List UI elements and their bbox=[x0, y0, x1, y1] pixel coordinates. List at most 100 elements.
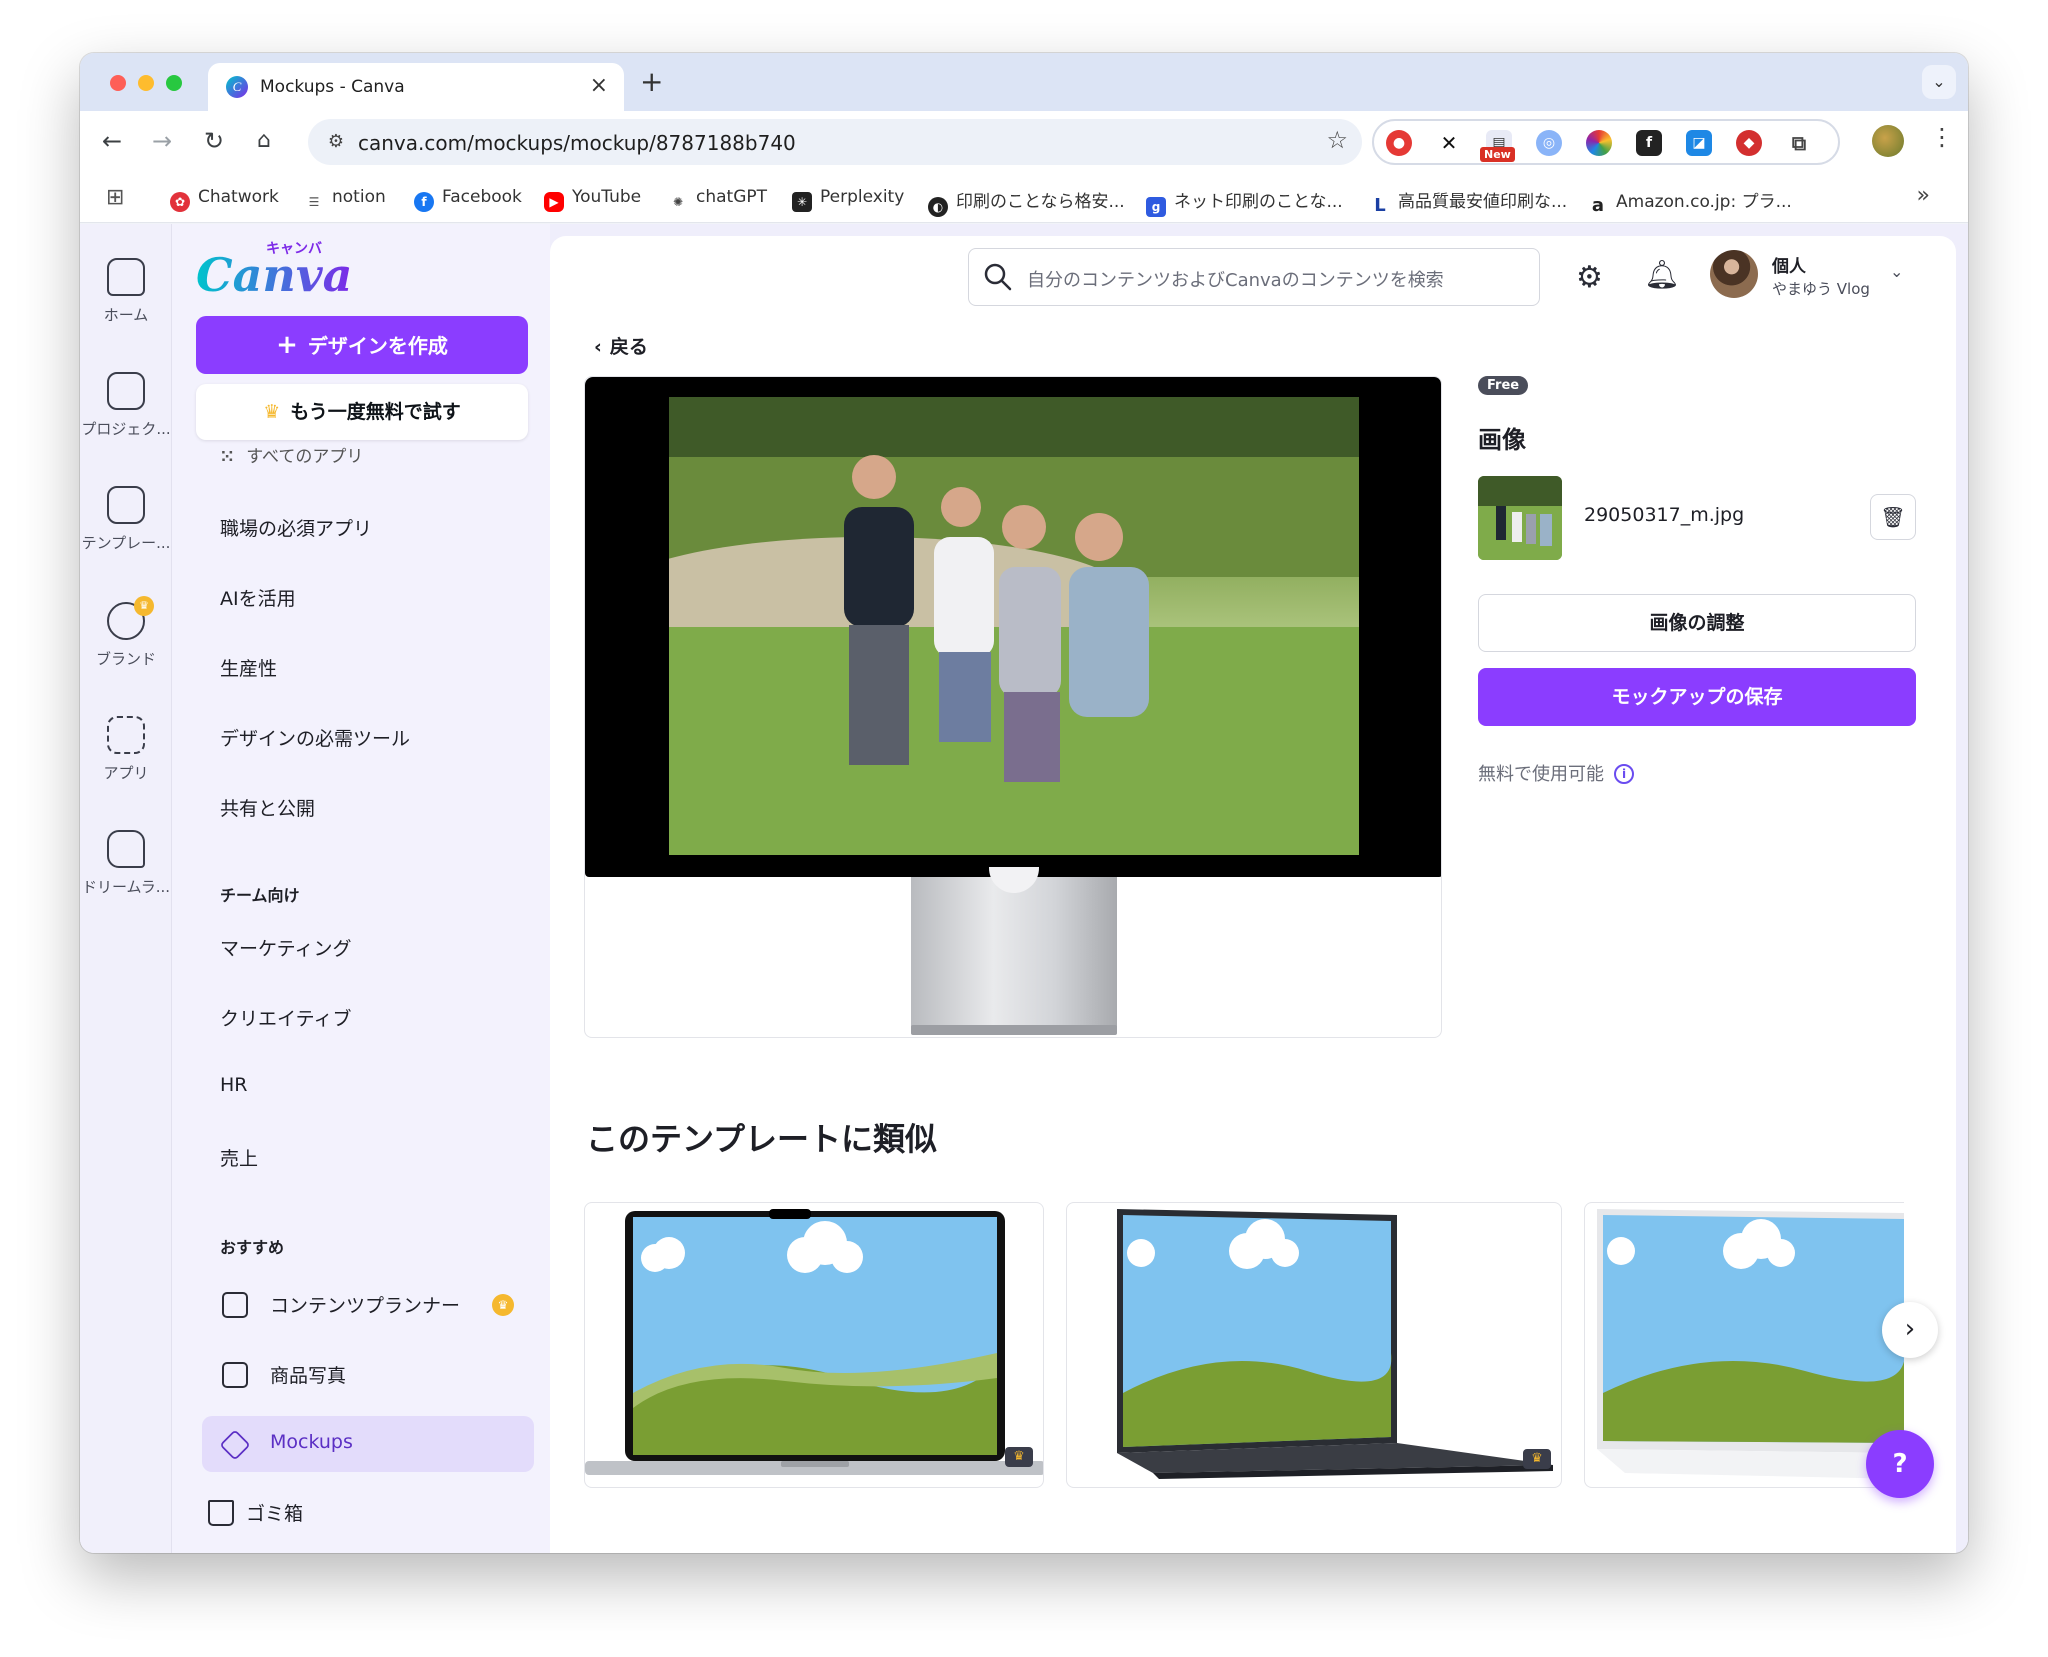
bookmark-notion[interactable]: ☰ notion bbox=[304, 187, 386, 212]
capture-extension-icon[interactable]: ◪ bbox=[1686, 130, 1712, 156]
address-bar[interactable]: ⚙ canva.com/mockups/mockup/8787188b740 ☆ bbox=[308, 119, 1362, 165]
create-design-button[interactable]: + デザインを作成 bbox=[196, 316, 528, 374]
youtube-icon: ▶ bbox=[544, 192, 564, 212]
sidebar-item-marketing[interactable]: マーケティング bbox=[220, 934, 351, 961]
carousel-next-button[interactable]: › bbox=[1882, 1302, 1938, 1358]
zoom-window-button[interactable] bbox=[166, 75, 182, 91]
apps-grid-icon[interactable]: ⊞ bbox=[106, 185, 124, 210]
sidebar-item-creative[interactable]: クリエイティブ bbox=[220, 1004, 351, 1031]
chevron-down-icon[interactable]: ⌄ bbox=[1890, 262, 1903, 281]
bookmark-high-quality-print[interactable]: L 高品質最安値印刷な... bbox=[1370, 187, 1567, 216]
puzzle-extensions-icon[interactable]: ⧉ bbox=[1786, 130, 1812, 156]
sidebar-item-label: 商品写真 bbox=[270, 1365, 347, 1387]
bookmark-print[interactable]: ◐ 印刷のことなら格安... bbox=[928, 187, 1125, 217]
left-rail: ホーム プロジェク... テンプレー... ♛ ブランド アプリ ドリームラ..… bbox=[80, 224, 172, 1553]
chevron-left-icon: ‹ bbox=[594, 336, 602, 358]
template-card-laptop-front[interactable]: ♛ bbox=[584, 1202, 1044, 1488]
account-name[interactable]: 個人 bbox=[1772, 252, 1806, 277]
rail-item-home[interactable]: ホーム bbox=[80, 258, 172, 325]
sidebar-item-share-publish[interactable]: 共有と公開 bbox=[220, 794, 315, 821]
color-wheel-extension-icon[interactable] bbox=[1586, 130, 1612, 156]
close-window-button[interactable] bbox=[110, 75, 126, 91]
bookmark-chatgpt[interactable]: ✺ chatGPT bbox=[668, 187, 767, 212]
sidebar-item-hr[interactable]: HR bbox=[220, 1074, 248, 1096]
trash-icon: 🗑︎ bbox=[1880, 505, 1906, 529]
calendar-icon bbox=[222, 1292, 248, 1318]
settings-gear-icon[interactable]: ⚙ bbox=[1576, 260, 1603, 295]
x-extension-icon[interactable]: ✕ bbox=[1436, 130, 1462, 156]
profile-avatar[interactable] bbox=[1872, 125, 1904, 157]
bookmark-youtube[interactable]: ▶ YouTube bbox=[544, 187, 641, 212]
tab-mockups[interactable]: C Mockups - Canva × bbox=[208, 63, 624, 111]
forward-arrow-icon[interactable]: → bbox=[144, 123, 180, 159]
trash-icon bbox=[208, 1500, 234, 1526]
account-team[interactable]: やまゆう Vlog bbox=[1772, 278, 1870, 299]
url-text[interactable]: canva.com/mockups/mockup/8787188b740 bbox=[358, 131, 796, 155]
laptop-mockup-image bbox=[585, 1209, 1043, 1475]
image-thumbnail[interactable] bbox=[1478, 476, 1562, 560]
home-icon[interactable]: ⌂ bbox=[246, 123, 282, 159]
info-icon[interactable]: i bbox=[1614, 764, 1634, 784]
bookmark-star-icon[interactable]: ☆ bbox=[1326, 126, 1348, 154]
sidebar-item-design-tools[interactable]: デザインの必需ツール bbox=[220, 724, 410, 751]
bookmark-net-print[interactable]: g ネット印刷のことな... bbox=[1146, 187, 1343, 217]
search-bar[interactable]: 自分のコンテンツおよびCanvaのコンテンツを検索 bbox=[968, 248, 1540, 306]
bookmark-chatwork[interactable]: ✿ Chatwork bbox=[170, 187, 279, 212]
sidebar-item-all-apps[interactable]: ⁙ すべてのアプリ bbox=[220, 442, 363, 467]
tab-search-button[interactable]: ⌄ bbox=[1922, 65, 1956, 99]
template-card-laptop-white[interactable] bbox=[1584, 1202, 1904, 1488]
perplexity-icon: ✳ bbox=[792, 192, 812, 212]
monitor-stand bbox=[911, 877, 1117, 1027]
print-icon: ◐ bbox=[928, 197, 948, 217]
reload-icon[interactable]: ↻ bbox=[196, 123, 232, 159]
account-avatar[interactable] bbox=[1710, 250, 1758, 298]
main-content: 自分のコンテンツおよびCanvaのコンテンツを検索 ⚙ 🔔︎ 個人 やまゆう V… bbox=[550, 236, 1956, 1553]
sidebar-item-content-planner[interactable]: コンテンツプランナー ♛ bbox=[202, 1276, 534, 1332]
laptop-white-mockup-image bbox=[1597, 1209, 1904, 1479]
delete-image-button[interactable]: 🗑︎ bbox=[1870, 494, 1916, 540]
thumbnail-image bbox=[1478, 476, 1562, 560]
rail-item-projects[interactable]: プロジェク... bbox=[80, 372, 172, 439]
help-button[interactable]: ? bbox=[1866, 1430, 1934, 1498]
template-card-laptop-angled[interactable]: ♛ bbox=[1066, 1202, 1562, 1488]
bookmark-amazon[interactable]: a Amazon.co.jp: プラ... bbox=[1588, 187, 1792, 216]
free-to-use-note: 無料で使用可能 i bbox=[1478, 760, 1634, 786]
rail-item-brand[interactable]: ♛ ブランド bbox=[80, 596, 172, 669]
rail-item-templates[interactable]: テンプレー... bbox=[80, 486, 172, 553]
font-extension-icon[interactable]: f bbox=[1636, 130, 1662, 156]
sidebar-item-workplace-apps[interactable]: 職場の必須アプリ bbox=[220, 514, 372, 541]
save-mockup-button[interactable]: モックアップの保存 bbox=[1478, 668, 1916, 726]
more-menu-icon[interactable]: ⋮ bbox=[1930, 123, 1954, 151]
rail-item-apps[interactable]: アプリ bbox=[80, 716, 172, 783]
tab-close-icon[interactable]: × bbox=[590, 73, 608, 98]
bookmark-perplexity[interactable]: ✳ Perplexity bbox=[792, 187, 904, 212]
extensions-group: ● ✕ ▤ New ◎ f ◪ ◆ ⧉ bbox=[1372, 119, 1840, 165]
facebook-icon: f bbox=[414, 192, 434, 212]
record-extension-icon[interactable]: ◆ bbox=[1736, 130, 1762, 156]
back-arrow-icon[interactable]: ← bbox=[94, 123, 130, 159]
sidebar-item-trash[interactable]: ゴミ箱 bbox=[188, 1484, 520, 1540]
adjust-image-button[interactable]: 画像の調整 bbox=[1478, 594, 1916, 652]
sidebar-item-product-photos[interactable]: 商品写真 bbox=[202, 1346, 534, 1402]
rail-label: プロジェク... bbox=[81, 420, 171, 438]
minimize-window-button[interactable] bbox=[138, 75, 154, 91]
bookmark-facebook[interactable]: f Facebook bbox=[414, 187, 522, 212]
try-free-again-button[interactable]: ♛ もう一度無料で試す bbox=[196, 384, 528, 440]
sidebar-item-sales[interactable]: 売上 bbox=[220, 1144, 258, 1171]
lens-extension-icon[interactable]: ◎ bbox=[1536, 130, 1562, 156]
search-input[interactable]: 自分のコンテンツおよびCanvaのコンテンツを検索 bbox=[1027, 266, 1444, 292]
logo-kana: キャンバ bbox=[266, 241, 322, 257]
sidebar-item-ai[interactable]: AIを活用 bbox=[220, 584, 296, 611]
sidebar-item-label: Mockups bbox=[270, 1431, 353, 1453]
back-link[interactable]: ‹ 戻る bbox=[594, 332, 648, 359]
sidebar-item-productivity[interactable]: 生産性 bbox=[220, 654, 277, 681]
sidebar-item-mockups[interactable]: Mockups bbox=[202, 1416, 534, 1472]
canva-favicon-icon: C bbox=[226, 76, 248, 98]
color-picker-extension-icon[interactable]: ● bbox=[1386, 130, 1412, 156]
notification-bell-icon[interactable]: 🔔︎ bbox=[1644, 258, 1680, 291]
home-icon bbox=[107, 258, 145, 296]
new-tab-button[interactable]: + bbox=[640, 65, 663, 98]
site-settings-icon[interactable]: ⚙ bbox=[322, 128, 350, 156]
bookmarks-overflow-icon[interactable]: » bbox=[1917, 183, 1930, 208]
rail-item-dream-lab[interactable]: ドリームラ... bbox=[80, 830, 172, 897]
